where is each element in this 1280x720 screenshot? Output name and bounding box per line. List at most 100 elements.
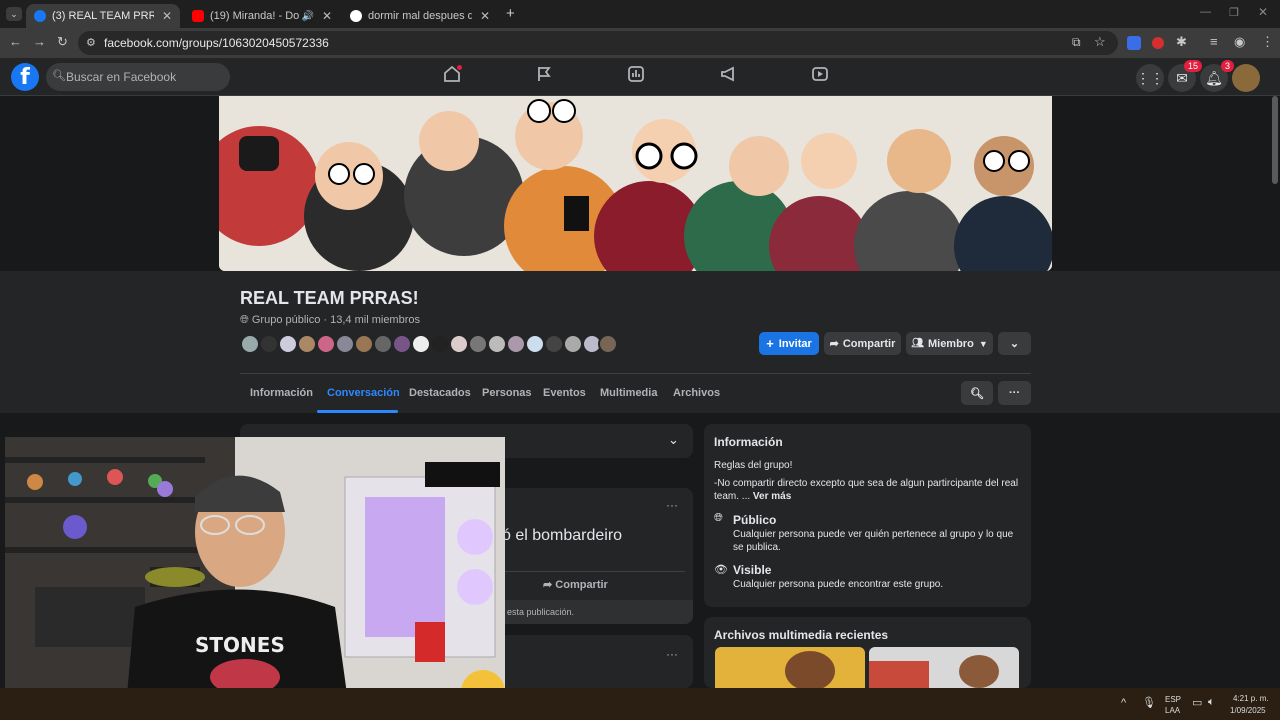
volume-icon[interactable]: 🔈︎: [1208, 696, 1215, 709]
menu-grid-icon[interactable]: ⋮⋮: [1136, 64, 1164, 92]
menu-kebab-icon[interactable]: ⋮: [1261, 34, 1274, 50]
member-avatar[interactable]: [449, 334, 469, 354]
media-thumbnail[interactable]: [715, 647, 865, 688]
post-options-icon[interactable]: ···: [666, 647, 678, 661]
tab-archivos[interactable]: Archivos: [673, 387, 720, 399]
member-avatar[interactable]: [525, 334, 545, 354]
site-info-icon[interactable]: ⚙: [86, 36, 96, 49]
member-avatar[interactable]: [354, 334, 374, 354]
tab-conversacion[interactable]: Conversación: [327, 387, 400, 399]
browser-tab-youtube[interactable]: (19) Miranda! - Don (Video 🔊 ✕: [184, 4, 340, 28]
member-avatar[interactable]: [259, 334, 279, 354]
ads-megaphone-icon[interactable]: [716, 65, 740, 89]
member-avatar[interactable]: [598, 334, 618, 354]
reload-icon[interactable]: ↻: [57, 34, 68, 50]
url-text[interactable]: facebook.com/groups/1063020450572336: [104, 36, 329, 50]
member-avatar[interactable]: [392, 334, 412, 354]
minimize-icon[interactable]: —: [1200, 6, 1211, 18]
bookmark-star-icon[interactable]: ☆: [1094, 34, 1106, 50]
member-avatar[interactable]: [278, 334, 298, 354]
member-avatar[interactable]: [335, 334, 355, 354]
close-window-icon[interactable]: ✕: [1258, 5, 1268, 19]
member-avatar[interactable]: [411, 334, 431, 354]
video-icon[interactable]: [808, 65, 832, 89]
audio-playing-icon[interactable]: 🔊: [301, 11, 313, 22]
clock-time[interactable]: 4:21 p. m.: [1233, 694, 1269, 703]
post-text: ó el bombardeiro: [502, 527, 623, 544]
group-cover-image: [219, 96, 1052, 271]
search-input[interactable]: [66, 63, 226, 91]
home-icon[interactable]: [440, 65, 464, 89]
share-button[interactable]: ➦ Compartir: [824, 332, 901, 355]
post-share-button[interactable]: ➦ Compartir: [543, 578, 608, 591]
network-icon[interactable]: ▭: [1192, 696, 1202, 709]
lang-esp[interactable]: ESP: [1165, 695, 1181, 704]
share-arrow-icon: ➦: [543, 579, 553, 591]
post-footer-text: esta publicación.: [507, 607, 575, 617]
red-extension-icon[interactable]: [1152, 37, 1164, 49]
webcam-overlay: STONES: [5, 437, 505, 716]
browser-tab-google[interactable]: dormir mal despues de los 30 a ✕: [342, 4, 498, 28]
microphone-icon[interactable]: 🎙︎: [1142, 696, 1156, 709]
group-meta-text[interactable]: Grupo público · 13,4 mil miembros: [252, 314, 420, 326]
facebook-header: f 🔍︎ ⋮⋮ ✉ 15 🔔︎ 3: [0, 58, 1280, 96]
tab-multimedia[interactable]: Multimedia: [600, 387, 657, 399]
member-avatar[interactable]: [544, 334, 564, 354]
post-options-icon[interactable]: ···: [666, 498, 678, 512]
caret-down-icon: ▼: [978, 338, 988, 349]
close-tab-icon[interactable]: ✕: [322, 9, 332, 23]
group-more-button[interactable]: ···: [998, 381, 1031, 405]
translate-extension-icon[interactable]: [1127, 36, 1141, 50]
invite-label: Invitar: [778, 337, 812, 350]
clock-date[interactable]: 1/09/2025: [1230, 706, 1266, 715]
browser-tab-facebook[interactable]: (3) REAL TEAM PRRAS! | Facebook ✕: [26, 4, 180, 28]
see-more-link[interactable]: Ver más: [753, 491, 791, 502]
facebook-logo-icon[interactable]: f: [11, 63, 39, 91]
back-icon[interactable]: ←: [9, 34, 22, 49]
tray-chevron-icon[interactable]: ^: [1121, 697, 1126, 709]
lang-laa[interactable]: LAA: [1165, 706, 1180, 715]
tab-list-chevron-icon[interactable]: ⌄: [6, 7, 22, 21]
forward-icon[interactable]: →: [33, 34, 46, 49]
member-avatar[interactable]: [506, 334, 526, 354]
group-title[interactable]: REAL TEAM PRRAS!: [240, 288, 419, 309]
install-app-icon[interactable]: ⧉: [1072, 35, 1081, 50]
chevron-down-icon[interactable]: ⌄: [668, 432, 679, 448]
invite-button[interactable]: + Invitar: [759, 332, 819, 355]
tab-eventos[interactable]: Eventos: [543, 387, 586, 399]
member-avatar[interactable]: [563, 334, 583, 354]
new-tab-icon[interactable]: +: [506, 5, 515, 22]
member-avatar[interactable]: [373, 334, 393, 354]
media-thumbnail[interactable]: [869, 647, 1019, 688]
pages-flag-icon[interactable]: [532, 65, 556, 89]
tab-destacados[interactable]: Destacados: [409, 387, 471, 399]
group-meta: 🌐︎ Grupo público · 13,4 mil miembros: [240, 314, 420, 327]
facebook-search[interactable]: 🔍︎: [46, 63, 230, 91]
media-title: Archivos multimedia recientes: [714, 628, 889, 642]
group-search-button[interactable]: 🔍︎: [961, 381, 993, 405]
account-avatar[interactable]: [1232, 64, 1260, 92]
page-scrollbar[interactable]: [1272, 96, 1278, 184]
restore-icon[interactable]: ❐: [1229, 6, 1239, 19]
profile-icon[interactable]: ◉: [1234, 34, 1245, 50]
messenger-icon[interactable]: ✉ 15: [1168, 60, 1202, 92]
close-tab-icon[interactable]: ✕: [162, 9, 172, 23]
tab-informacion[interactable]: Información: [250, 387, 313, 399]
member-button[interactable]: 👥︎ Miembro ▼: [906, 332, 993, 355]
more-dropdown-button[interactable]: ⌄: [998, 332, 1031, 355]
tab-title: dormir mal despues de los 30 a: [368, 10, 472, 22]
address-bar[interactable]: ⚙ facebook.com/groups/1063020450572336 ⧉…: [78, 31, 1118, 55]
close-tab-icon[interactable]: ✕: [480, 9, 490, 23]
member-avatar[interactable]: [297, 334, 317, 354]
feeds-chart-icon[interactable]: [624, 65, 648, 89]
member-avatar[interactable]: [487, 334, 507, 354]
chevron-down-icon: ⌄: [1009, 338, 1020, 350]
tab-personas[interactable]: Personas: [482, 387, 532, 399]
member-avatar[interactable]: [240, 334, 260, 354]
member-avatar[interactable]: [316, 334, 336, 354]
member-avatar[interactable]: [430, 334, 450, 354]
reading-list-icon[interactable]: ≡: [1210, 34, 1218, 49]
member-avatar[interactable]: [468, 334, 488, 354]
extensions-puzzle-icon[interactable]: ✱: [1176, 34, 1187, 50]
notifications-bell-icon[interactable]: 🔔︎ 3: [1200, 60, 1234, 92]
